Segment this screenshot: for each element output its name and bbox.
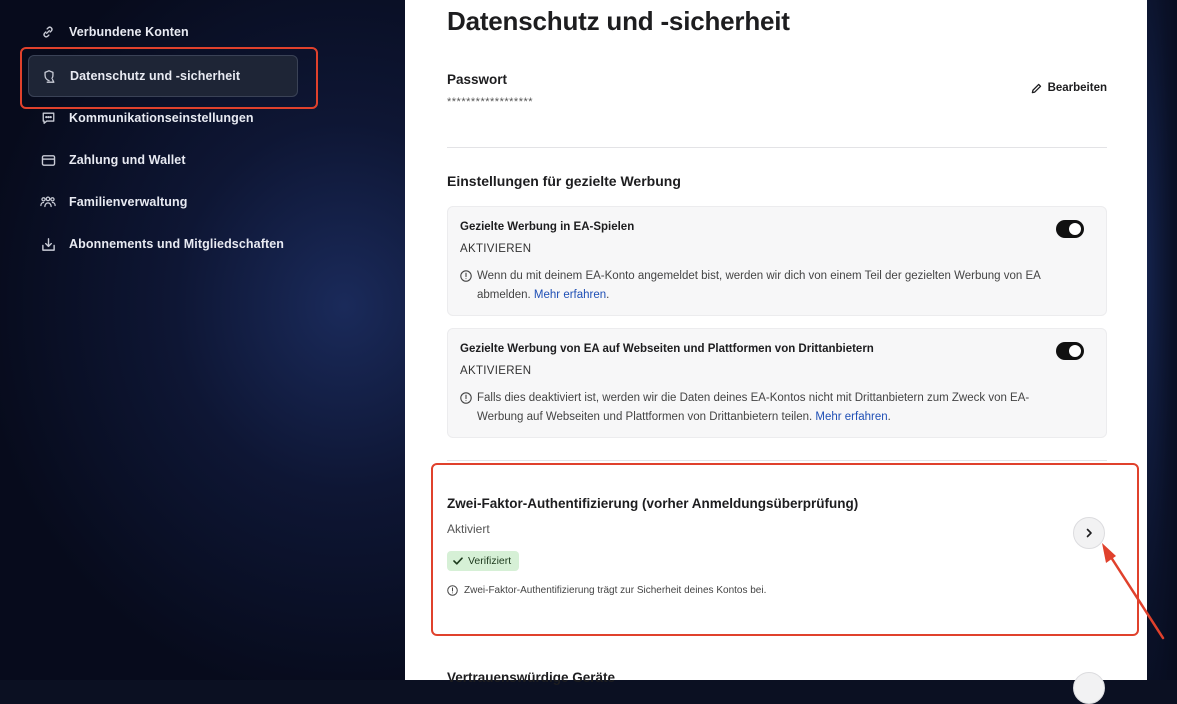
divider [447, 460, 1107, 461]
ads-section-heading: Einstellungen für gezielte Werbung [447, 173, 681, 189]
background-strip [1147, 0, 1177, 680]
sidebar: Verbundene Konten Datenschutz und -siche… [0, 0, 405, 680]
page-title: Datenschutz und -sicherheit [447, 6, 790, 36]
sidebar-item-label: Familienverwaltung [69, 195, 188, 209]
verified-badge-label: Verifiziert [468, 555, 512, 567]
trusted-devices-open-button[interactable] [1073, 672, 1105, 704]
card-icon [40, 152, 56, 168]
two-factor-title: Zwei-Faktor-Authentifizierung (vorher An… [447, 496, 859, 511]
sidebar-item-label: Kommunikationseinstellungen [69, 111, 254, 125]
edit-password-button[interactable]: Bearbeiten [1031, 82, 1107, 94]
two-factor-status: Aktiviert [447, 522, 490, 536]
family-icon [40, 194, 56, 210]
sidebar-item-label: Datenschutz und -sicherheit [70, 69, 241, 83]
ad-card-ea-games: Gezielte Werbung in EA-Spielen AKTIVIERE… [447, 206, 1107, 316]
sidebar-item-abonnements[interactable]: Abonnements und Mitgliedschaften [28, 223, 298, 265]
sidebar-item-datenschutz[interactable]: Datenschutz und -sicherheit [28, 55, 298, 97]
learn-more-link[interactable]: Mehr erfahren [815, 411, 887, 423]
password-label: Passwort [447, 72, 508, 87]
card-title: Gezielte Werbung in EA-Spielen [460, 221, 635, 233]
ads-ea-games-toggle[interactable] [1056, 220, 1084, 238]
ads-third-party-toggle[interactable] [1056, 342, 1084, 360]
sidebar-item-label: Zahlung und Wallet [69, 153, 186, 167]
two-factor-open-button[interactable] [1073, 517, 1105, 549]
card-info: Wenn du mit deinem EA-Konto angemeldet b… [460, 267, 1050, 305]
toggle-knob [1069, 223, 1081, 235]
verified-badge: Verifiziert [447, 551, 520, 571]
chat-icon [40, 110, 56, 126]
password-mask: ****************** [447, 96, 534, 108]
sidebar-item-zahlung[interactable]: Zahlung und Wallet [28, 139, 298, 181]
info-icon [447, 585, 458, 596]
sidebar-item-kommunikation[interactable]: Kommunikationseinstellungen [28, 97, 298, 139]
sidebar-item-familienverwaltung[interactable]: Familienverwaltung [28, 181, 298, 223]
two-factor-info-text: Zwei-Faktor-Authentifizierung trägt zur … [464, 585, 767, 596]
learn-more-link[interactable]: Mehr erfahren [534, 289, 606, 301]
info-icon [460, 270, 472, 282]
main-content: Datenschutz und -sicherheit Passwort ***… [405, 0, 1147, 704]
download-box-icon [40, 236, 56, 252]
shield-hand-icon [41, 68, 57, 84]
sidebar-item-label: Verbundene Konten [69, 25, 189, 39]
card-info: Falls dies deaktiviert ist, werden wir d… [460, 389, 1050, 427]
toggle-knob [1069, 345, 1081, 357]
pencil-icon [1031, 83, 1042, 94]
card-info-text: Falls dies deaktiviert ist, werden wir d… [477, 392, 1030, 423]
sidebar-item-verbundene-konten[interactable]: Verbundene Konten [28, 11, 298, 53]
chevron-right-icon [1086, 528, 1092, 538]
card-status: AKTIVIEREN [460, 243, 532, 255]
card-title: Gezielte Werbung von EA auf Webseiten un… [460, 343, 874, 355]
trusted-devices-title: Vertrauenswürdige Geräte [447, 670, 616, 685]
card-status: AKTIVIEREN [460, 365, 532, 377]
sidebar-item-label: Abonnements und Mitgliedschaften [69, 237, 285, 251]
info-icon [460, 392, 472, 404]
check-icon [453, 557, 463, 565]
link-icon [40, 24, 56, 40]
edit-password-label: Bearbeiten [1047, 82, 1107, 94]
two-factor-info: Zwei-Faktor-Authentifizierung trägt zur … [447, 585, 766, 596]
divider [447, 147, 1107, 148]
ad-card-third-party: Gezielte Werbung von EA auf Webseiten un… [447, 328, 1107, 438]
